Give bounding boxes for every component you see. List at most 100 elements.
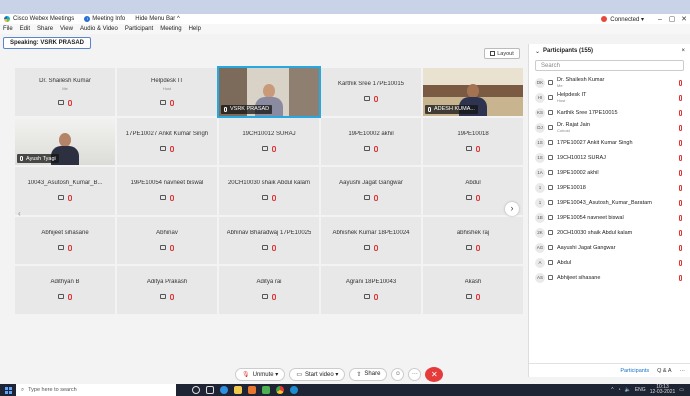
participant-tile[interactable]: 19CH10012 SURAJ [219,117,319,165]
muted-mic-icon[interactable] [679,215,682,221]
list-item[interactable]: DK Dr. Shailesh Kumar Me [529,75,690,90]
file-explorer-icon[interactable] [234,386,242,394]
list-item[interactable]: 1 19PE10018 [529,180,690,195]
participant-tile[interactable]: Akash [423,266,523,314]
tray-up-icon[interactable]: ^ [611,387,613,393]
participant-tile[interactable]: Dr. Shailesh Kumar Me [15,68,115,116]
muted-mic-icon[interactable] [679,80,682,86]
menu-file[interactable]: File [3,26,13,32]
chevron-down-icon[interactable]: ⌄ [535,48,540,55]
previous-page-icon[interactable]: ‹ [18,209,21,218]
participant-name: 19PE10002 akhil [348,130,394,137]
participant-tile[interactable]: abhishek raj [423,216,523,264]
reactions-icon[interactable]: ☺ [391,367,405,381]
muted-mic-icon[interactable] [679,200,682,206]
list-item[interactable]: A Abdul [529,255,690,270]
menu-audio-video[interactable]: Audio & Video [80,26,118,32]
participant-tile[interactable]: Helpdesk IT Host [117,68,217,116]
app-title: Cisco Webex Meetings [4,16,74,22]
muted-mic-icon[interactable] [679,110,682,116]
list-item[interactable]: 1B 19PE10054 navneet biswal [529,210,690,225]
chrome-icon[interactable] [276,386,284,394]
menu-participant[interactable]: Participant [125,26,153,32]
tab-qa[interactable]: Q & A [657,368,671,374]
more-options-icon[interactable]: ··· [680,368,686,374]
menu-share[interactable]: Share [37,26,53,32]
muted-mic-icon[interactable] [679,230,682,236]
participant-tile[interactable]: Abhinav Bharadwaj 17PE10025 [219,216,319,264]
muted-mic-icon[interactable] [679,275,682,281]
unmute-button[interactable]: 🎙 Unmute ▾ [235,367,286,381]
share-button[interactable]: ⇧ Share [349,367,388,381]
muted-mic-icon[interactable] [679,185,682,191]
hide-menu-bar-button[interactable]: Hide Menu Bar ^ [135,16,180,22]
menu-edit[interactable]: Edit [20,26,30,32]
task-view-icon[interactable] [206,386,214,394]
muted-mic-icon[interactable] [679,125,682,131]
muted-mic-icon[interactable] [679,95,682,101]
close-icon[interactable]: ✕ [678,15,690,23]
list-item[interactable]: 1S 19CH10012 SURAJ [529,150,690,165]
participant-tile[interactable]: 20CH10030 shaik Abdul kalam [219,167,319,215]
layout-button[interactable]: Layout [484,48,520,59]
list-item[interactable]: 2K 20CH10030 shaik Abdul kalam [529,225,690,240]
participant-tile[interactable]: 19PE10002 akhil [321,117,421,165]
participant-video-tile[interactable]: ADESH KUMA... [423,68,523,116]
more-options-icon[interactable]: ··· [408,367,422,381]
app-icon[interactable] [262,386,270,394]
participant-tile[interactable]: Aditya rai [219,266,319,314]
connection-status[interactable]: Connected ▾ [601,16,644,23]
volume-icon[interactable]: 🔈 [625,387,631,393]
list-item[interactable]: HI Helpdesk IT Host [529,90,690,105]
list-item[interactable]: 1S 17PE10027 Ankit Kumar Singh [529,135,690,150]
participant-tile[interactable]: Adithyan B [15,266,115,314]
muted-mic-icon[interactable] [679,260,682,266]
start-button[interactable] [0,384,16,396]
taskbar-search-input[interactable]: ⌕ Type here to search [16,384,176,396]
participant-tile[interactable]: Aditya Prakash [117,266,217,314]
participant-tile[interactable]: Abhishek Kumar 18PE10024 [321,216,421,264]
tab-participants[interactable]: Participants [620,368,649,374]
participant-tile[interactable]: 17PE10027 Ankit Kumar Singh [117,117,217,165]
muted-mic-icon[interactable] [679,140,682,146]
close-icon[interactable]: × [681,48,685,54]
store-icon[interactable] [248,386,256,394]
participant-video-tile[interactable]: Ayush Tyagi [15,117,115,165]
list-item[interactable]: DJ Dr. Rajat Jain Cohost [529,120,690,135]
menu-help[interactable]: Help [189,26,201,32]
list-item[interactable]: AG Aayushi Jagat Gangwar [529,240,690,255]
participant-tile[interactable]: 19PE10054 navneet biswal [117,167,217,215]
clock[interactable]: 10:13 12-03-2021 [650,385,676,395]
start-video-button[interactable]: ▭ Start video ▾ [289,367,346,381]
cortana-icon[interactable] [192,386,200,394]
edge-icon[interactable] [220,386,228,394]
leave-meeting-button[interactable]: ✕ [425,366,444,382]
muted-mic-icon[interactable] [679,245,682,251]
participant-tile[interactable]: Abhinav [117,216,217,264]
participant-search-input[interactable]: Search [535,60,684,71]
participant-tile[interactable]: 10043_Asutosh_Kumar_B... [15,167,115,215]
participant-tile[interactable]: Aayushi Jagat Gangwar [321,167,421,215]
notification-icon[interactable]: ▭ [679,387,684,393]
network-icon[interactable]: ◔ [618,387,621,393]
menu-view[interactable]: View [60,26,73,32]
muted-mic-icon[interactable] [679,155,682,161]
participant-tile[interactable]: Karthik Sree 17PE10015 [321,68,421,116]
webex-taskbar-icon[interactable] [290,386,298,394]
participant-video-tile[interactable]: VSRK PRASAD [217,66,321,118]
participants-panel-header[interactable]: ⌄ Participants (155) × [529,44,690,58]
minimize-icon[interactable]: – [654,16,666,23]
list-item[interactable]: KS Karthik Sree 17PE10015 [529,105,690,120]
participant-tile[interactable]: Agrani 18PE10043 [321,266,421,314]
list-item[interactable]: 1A 19PE10002 akhil [529,165,690,180]
list-item[interactable]: 1 19PE10043_Asutosh_Kumar_Baratam [529,195,690,210]
participant-tile[interactable]: 19PE10018 [423,117,523,165]
language-indicator[interactable]: ENG [635,387,646,393]
list-item[interactable]: AS Abhijeet sihasane [529,270,690,285]
muted-mic-icon[interactable] [679,170,682,176]
meeting-info-button[interactable]: i Meeting Info [84,16,125,22]
maximize-icon[interactable]: ▢ [666,15,678,23]
next-page-button[interactable]: › [505,202,519,216]
menu-meeting[interactable]: Meeting [160,26,181,32]
participant-tile[interactable]: Abhijeet sihasane [15,216,115,264]
